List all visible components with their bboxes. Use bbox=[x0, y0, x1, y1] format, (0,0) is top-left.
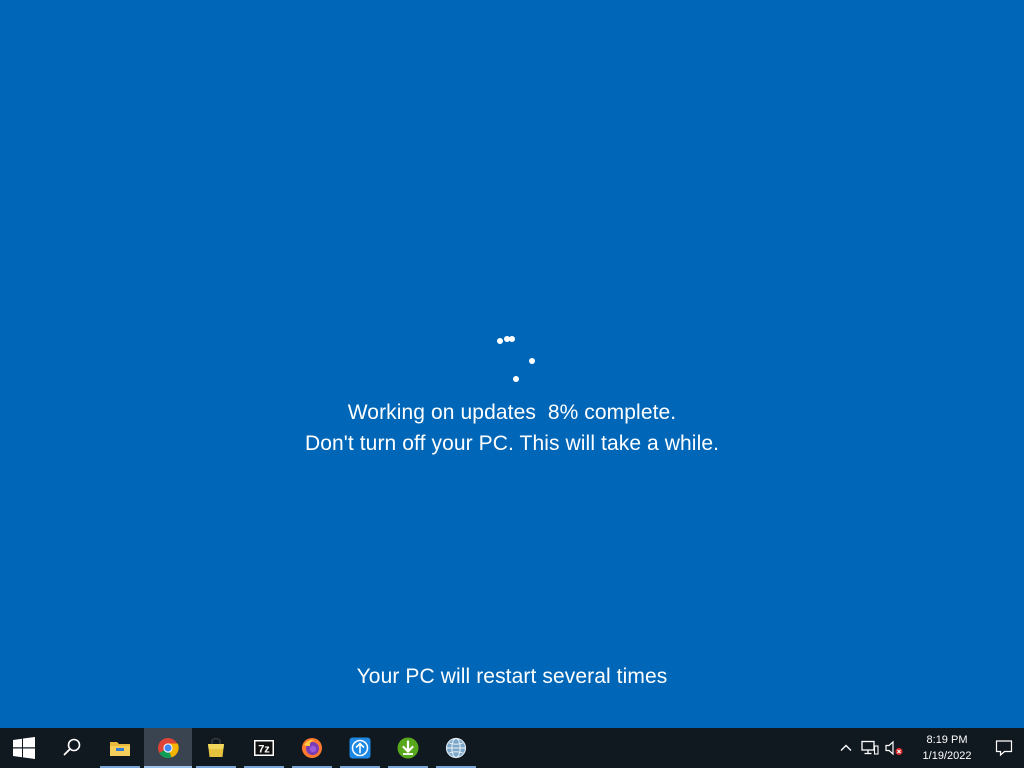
system-tray: 8:19 PM 1/19/2022 bbox=[834, 728, 1024, 768]
folder-icon bbox=[110, 742, 130, 756]
network-status-button[interactable] bbox=[858, 728, 882, 768]
spinner-dot bbox=[497, 338, 503, 344]
update-progress-text: Working on updates 8% complete. bbox=[347, 401, 677, 424]
update-screen: Working on updates 8% complete. Don't tu… bbox=[0, 0, 1024, 728]
chrome-icon bbox=[158, 738, 179, 759]
clock-date: 1/19/2022 bbox=[922, 750, 972, 762]
chevron-up-icon bbox=[840, 744, 852, 751]
taskbar-file-explorer[interactable] bbox=[96, 728, 144, 768]
taskbar-firefox[interactable] bbox=[288, 728, 336, 768]
taskbar-store[interactable] bbox=[192, 728, 240, 768]
taskbar-7zip[interactable]: 7z bbox=[240, 728, 288, 768]
search-icon bbox=[63, 738, 81, 756]
taskbar-download-app[interactable] bbox=[384, 728, 432, 768]
notification-icon bbox=[995, 740, 1013, 757]
taskbar-upload-app[interactable] bbox=[336, 728, 384, 768]
7zip-label: 7z bbox=[258, 744, 270, 756]
firefox-icon bbox=[302, 738, 322, 758]
speaker-muted-icon bbox=[885, 740, 903, 756]
show-hidden-icons-button[interactable] bbox=[834, 728, 858, 768]
shopping-bag-icon bbox=[208, 737, 224, 757]
update-warning-text: Don't turn off your PC. This will take a… bbox=[304, 432, 720, 455]
spinner-dot bbox=[513, 376, 519, 382]
taskbar-chrome[interactable] bbox=[144, 728, 192, 768]
spinner-dot bbox=[509, 336, 515, 342]
action-center-button[interactable] bbox=[984, 728, 1024, 768]
windows-logo-icon bbox=[13, 737, 35, 759]
7zip-icon: 7z bbox=[254, 740, 274, 756]
start-button[interactable] bbox=[0, 728, 48, 768]
loading-spinner bbox=[496, 334, 536, 384]
taskbar: 7z 8:19 PM 1/19/2022 bbox=[0, 728, 1024, 768]
taskbar-globe-app[interactable] bbox=[432, 728, 480, 768]
spinner-dot bbox=[529, 358, 535, 364]
network-icon bbox=[861, 740, 879, 755]
restart-notice-text: Your PC will restart several times bbox=[356, 665, 668, 688]
search-button[interactable] bbox=[48, 728, 96, 768]
taskbar-clock[interactable]: 8:19 PM 1/19/2022 bbox=[910, 728, 984, 768]
clock-time: 8:19 PM bbox=[926, 734, 968, 746]
download-icon bbox=[397, 737, 419, 759]
volume-button[interactable] bbox=[882, 728, 906, 768]
globe-icon bbox=[445, 737, 467, 759]
upload-icon bbox=[349, 737, 371, 759]
